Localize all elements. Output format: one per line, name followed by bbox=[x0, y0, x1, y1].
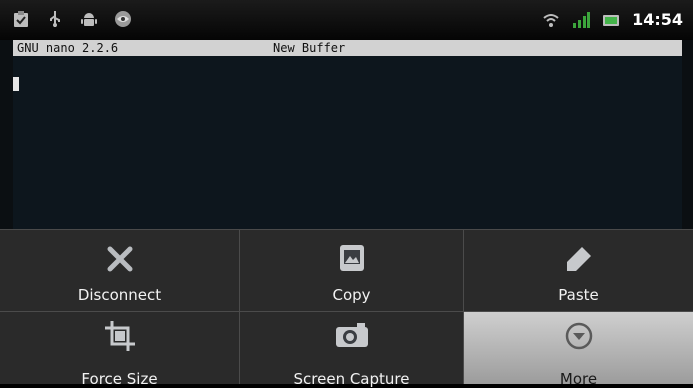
menu-item-label: More bbox=[559, 370, 598, 388]
text-cursor bbox=[13, 77, 19, 91]
wifi-icon bbox=[543, 13, 559, 27]
android-icon bbox=[81, 13, 97, 26]
camera-icon bbox=[335, 323, 368, 347]
status-clock: 14:54 bbox=[632, 10, 683, 29]
clipboard-check-icon bbox=[14, 11, 28, 27]
signal-icon bbox=[573, 11, 591, 28]
menu-item-label: Force Size bbox=[81, 370, 158, 388]
image-icon bbox=[339, 245, 364, 271]
system-icons: 14:54 bbox=[542, 10, 683, 29]
menu-item-label: Paste bbox=[558, 286, 599, 304]
menu-item-label: Copy bbox=[332, 286, 371, 304]
terminal-margin-right bbox=[682, 40, 693, 230]
chevron-down-circle-icon bbox=[565, 322, 592, 350]
battery-icon bbox=[603, 14, 620, 26]
eye-icon bbox=[115, 11, 131, 27]
nano-version: GNU nano 2.2.6 bbox=[17, 41, 119, 55]
menu-item-paste[interactable]: Paste bbox=[464, 230, 693, 312]
crop-icon bbox=[104, 321, 135, 351]
terminal-editor-area[interactable] bbox=[13, 56, 682, 229]
menu-item-label: Disconnect bbox=[77, 286, 162, 304]
menu-item-copy[interactable]: Copy bbox=[240, 230, 464, 312]
menu-item-more[interactable]: More bbox=[464, 312, 693, 388]
terminal-margin-left bbox=[0, 40, 13, 230]
usb-icon bbox=[50, 11, 60, 27]
nano-title-bar: GNU nano 2.2.6 New Buffer bbox=[13, 40, 682, 56]
menu-item-label: Screen Capture bbox=[293, 370, 410, 388]
buffer-title: New Buffer bbox=[273, 41, 346, 55]
menu-item-disconnect[interactable]: Disconnect bbox=[0, 230, 240, 312]
status-bar: 14:54 bbox=[0, 0, 693, 40]
close-icon bbox=[107, 246, 132, 272]
pencil-icon bbox=[566, 247, 591, 271]
notification-icons bbox=[12, 10, 132, 28]
menu-item-force-size[interactable]: Force Size bbox=[0, 312, 240, 388]
menu-item-screen-capture[interactable]: Screen Capture bbox=[240, 312, 464, 388]
options-menu: Disconnect Copy Paste Force Size Screen … bbox=[0, 229, 693, 388]
